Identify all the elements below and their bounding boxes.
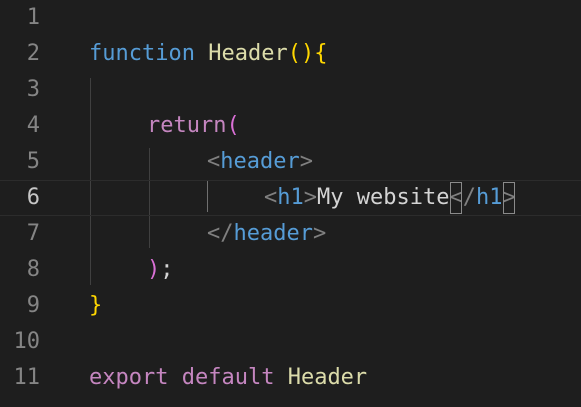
line-number: 7 — [26, 221, 40, 246]
code-text: } — [89, 288, 102, 324]
brace-token: } — [89, 293, 103, 318]
identifier-token: Header — [287, 365, 368, 390]
semicolon-token: ; — [160, 257, 174, 282]
tag-bracket-token: > — [299, 149, 313, 174]
brace-token: { — [314, 41, 328, 66]
tag-bracket-token: > — [312, 221, 327, 246]
line-number: 9 — [26, 293, 40, 318]
code-line-2[interactable]: 2 function Header(){ — [0, 36, 581, 72]
tag-bracket-token: / — [462, 185, 476, 210]
paren-token: ) — [147, 257, 161, 282]
paren-token: () — [287, 41, 315, 66]
keyword-token: function — [89, 41, 195, 66]
paren-token: ( — [226, 113, 240, 138]
bracket-match-highlight: > — [502, 181, 516, 215]
code-line-6[interactable]: 6 <h1>My website</h1> — [0, 180, 581, 216]
code-text: </header> — [207, 216, 326, 252]
tag-bracket-token: > — [303, 185, 317, 210]
line-number: 10 — [13, 329, 41, 354]
code-line-8[interactable]: 8 ); — [0, 252, 581, 288]
code-line-9[interactable]: 9 } — [0, 288, 581, 324]
code-text: <header> — [207, 144, 313, 180]
keyword-token: export — [89, 365, 169, 390]
line-number: 8 — [26, 257, 40, 282]
code-line-11[interactable]: 11 export default Header — [0, 360, 581, 396]
keyword-token: default — [181, 365, 275, 390]
line-number: 1 — [26, 5, 40, 30]
code-text: export default Header — [89, 360, 367, 396]
code-line-5[interactable]: 5 <header> — [0, 144, 581, 180]
code-line-4[interactable]: 4 return( — [0, 108, 581, 144]
code-line-7[interactable]: 7 </header> — [0, 216, 581, 252]
tag-name-token: h1 — [277, 185, 304, 210]
tag-name-token: header — [220, 149, 300, 174]
code-text: return( — [147, 108, 240, 144]
code-line-3[interactable]: 3 — [0, 72, 581, 108]
line-number: 6 — [26, 185, 40, 210]
tag-name-token: header — [233, 221, 313, 246]
tag-bracket-token: < — [264, 185, 278, 210]
line-number: 3 — [26, 77, 40, 102]
bracket-match-highlight: < — [449, 181, 463, 215]
line-number: 4 — [26, 113, 40, 138]
code-text: ); — [147, 252, 174, 288]
tag-name-token: h1 — [475, 185, 503, 210]
text-content-token: My website — [317, 185, 450, 210]
code-line-10[interactable]: 10 — [0, 324, 581, 360]
keyword-token: return — [147, 113, 227, 138]
code-line-1[interactable]: 1 — [0, 0, 581, 36]
code-editor[interactable]: 1 2 function Header(){ 3 4 return( 5 <he… — [0, 0, 581, 407]
line-number: 2 — [26, 41, 40, 66]
line-number: 5 — [26, 149, 40, 174]
tag-bracket-token: </ — [207, 221, 234, 246]
tag-bracket-token: < — [207, 149, 221, 174]
function-name-token: Header — [208, 41, 288, 66]
code-text: function Header(){ — [89, 36, 327, 72]
line-number: 11 — [13, 365, 41, 390]
code-text: <h1>My website</h1> — [264, 181, 516, 215]
